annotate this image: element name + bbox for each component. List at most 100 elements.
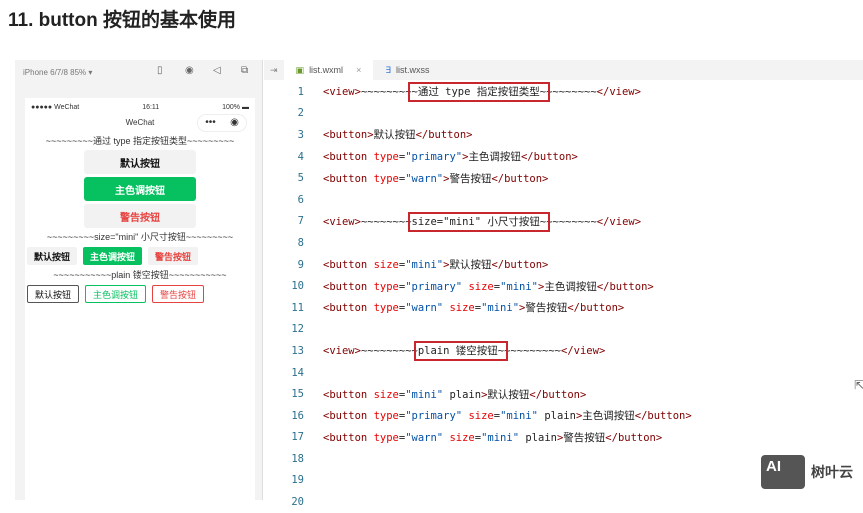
code-token: </button>: [520, 151, 578, 164]
code-token: 主色调按钮: [582, 410, 635, 423]
code-token: </button>: [491, 172, 549, 185]
line-number: 5: [297, 172, 304, 185]
code-token: "warn": [405, 431, 444, 444]
line-number: 15: [291, 388, 304, 401]
code-line[interactable]: 3 <button>默认按钮</button>: [264, 124, 863, 146]
plain-default-button[interactable]: 默认按钮: [27, 285, 80, 303]
highlight-box: ~通过 type 指定按钮类型~: [407, 82, 551, 103]
code-token: ~~~~~~~~: [546, 215, 597, 228]
separator-plain: ~~~~~~~~~~~plain 镂空按钮~~~~~~~~~~~: [53, 270, 227, 280]
code-token: "mini": [481, 431, 520, 444]
code-text: <view>~~~~~~~~~plain 镂空按钮~~~~~~~~~~</vie…: [310, 341, 605, 362]
code-token: </view>: [596, 215, 642, 228]
code-token: type: [373, 410, 399, 423]
code-token: <button: [323, 431, 374, 444]
code-line[interactable]: 17 <button type="warn" size="mini" plain>…: [264, 427, 863, 449]
simulator-panel: iPhone 6/7/8 85% ▾ ▯ ◉ ◁ ⧉ ●●●●● WeChat …: [15, 60, 263, 500]
code-token: ~~~~~~~~: [546, 86, 597, 99]
primary-button[interactable]: 主色调按钮: [84, 177, 196, 201]
plain-buttons: 默认按钮 主色调按钮 警告按钮: [25, 281, 255, 307]
code-token: </view>: [596, 86, 641, 99]
line-number: 17: [291, 431, 304, 444]
code-line[interactable]: 14: [264, 362, 863, 384]
code-token: "mini": [405, 259, 444, 272]
code-token: size: [468, 410, 494, 423]
code-token: 警告按钮: [525, 302, 568, 315]
phone-icon[interactable]: ▯: [157, 65, 163, 76]
code-line[interactable]: 9 <button size="mini">默认按钮</button>: [264, 254, 863, 276]
code-text: <button type="primary" size="mini" plain…: [310, 408, 692, 423]
code-text: <button size="mini" plain>默认按钮</button>: [310, 387, 586, 402]
code-token: </button>: [415, 129, 473, 142]
code-token: type: [373, 431, 399, 444]
collapse-icon[interactable]: ⇥: [264, 60, 284, 80]
code-token: 警告按钮: [563, 431, 606, 444]
code-token: <button: [323, 388, 374, 401]
code-line[interactable]: 4 <button type="primary">主色调按钮</button>: [264, 146, 863, 168]
close-tab-icon[interactable]: ×: [356, 65, 361, 75]
code-token: "warn": [405, 302, 444, 315]
code-token: "primary": [405, 280, 463, 293]
line-number: 19: [291, 474, 304, 487]
code-token: </button>: [605, 431, 663, 444]
device-select[interactable]: iPhone 6/7/8 85% ▾: [23, 68, 92, 77]
code-token: ~~~~~~~~: [360, 215, 412, 228]
code-line[interactable]: 13 <view>~~~~~~~~~plain 镂空按钮~~~~~~~~~~</v…: [264, 340, 863, 362]
mini-warn-button[interactable]: 警告按钮: [148, 247, 199, 265]
code-line[interactable]: 12: [264, 319, 863, 341]
code-line[interactable]: 15 <button size="mini" plain>默认按钮</button…: [264, 383, 863, 405]
tab-list-wxss[interactable]: ∃ list.wxss: [373, 60, 441, 80]
tab-bar: ⇥ ▣ list.wxml × ∃ list.wxss: [264, 60, 863, 80]
code-text: <view>~~~~~~~~size="mini" 小尺寸按钮~~~~~~~~~…: [310, 211, 642, 232]
phone-screen: ●●●●● WeChat 16:11 100% ▬ WeChat ••• ◉ ~…: [25, 98, 255, 500]
code-token: ~~~~~~~~~: [504, 345, 562, 358]
code-text: <button type="warn" size="mini" plain>警告…: [310, 430, 662, 445]
default-button[interactable]: 默认按钮: [84, 150, 196, 174]
mini-primary-button[interactable]: 主色调按钮: [83, 247, 143, 265]
line-number: 12: [291, 323, 304, 336]
code-token: <button: [323, 302, 374, 315]
mini-default-button[interactable]: 默认按钮: [27, 247, 78, 265]
code-line[interactable]: 5 <button type="warn">警告按钮</button>: [264, 167, 863, 189]
warn-button[interactable]: 警告按钮: [84, 204, 196, 228]
code-token: plain: [519, 431, 557, 444]
code-line[interactable]: 10 <button type="primary" size="mini">主色调…: [264, 275, 863, 297]
code-token: size: [449, 431, 475, 444]
line-number: 2: [297, 107, 304, 120]
code-line[interactable]: 11 <button type="warn" size="mini">警告按钮</…: [264, 297, 863, 319]
code-token: 主色调按钮: [544, 280, 597, 293]
code-line[interactable]: 7 <view>~~~~~~~~size="mini" 小尺寸按钮~~~~~~~~…: [264, 211, 863, 233]
code-token: type: [373, 151, 399, 164]
code-token: size: [468, 280, 494, 293]
code-line[interactable]: 2: [264, 103, 863, 125]
record-icon[interactable]: ◉: [185, 65, 194, 76]
line-number: 18: [291, 452, 304, 465]
code-text: <button>默认按钮</button>: [310, 127, 472, 142]
code-token: 默认按钮: [373, 129, 416, 142]
code-lines[interactable]: 1 <view>~~~~~~~~~通过 type 指定按钮类型~~~~~~~~~<…: [264, 81, 863, 513]
more-icon[interactable]: •••: [205, 115, 216, 131]
code-token: "mini": [500, 410, 538, 423]
code-token: <button: [323, 280, 374, 293]
close-icon[interactable]: ◉: [230, 115, 239, 131]
code-line[interactable]: 8: [264, 232, 863, 254]
volume-icon[interactable]: ◁: [213, 65, 221, 76]
code-token: </button>: [567, 302, 625, 315]
code-line[interactable]: 16 <button type="primary" size="mini" pla…: [264, 405, 863, 427]
code-line[interactable]: 20: [264, 491, 863, 513]
highlight-box: size="mini" 小尺寸按钮~: [407, 211, 551, 232]
tab-list-wxml[interactable]: ▣ list.wxml ×: [283, 60, 374, 80]
watermark-logo: AI 树叶云: [761, 455, 853, 489]
code-line[interactable]: 1 <view>~~~~~~~~~通过 type 指定按钮类型~~~~~~~~~<…: [264, 81, 863, 103]
code-token: plain: [443, 388, 482, 401]
file-icon: ▣: [295, 64, 305, 75]
code-text: <button type="primary" size="mini">主色调按钮…: [310, 279, 654, 294]
plain-warn-button[interactable]: 警告按钮: [152, 285, 205, 303]
window-icon[interactable]: ⧉: [241, 65, 248, 76]
nav-bar: WeChat ••• ◉: [25, 111, 255, 135]
css-file-icon: ∃: [385, 64, 392, 75]
plain-primary-button[interactable]: 主色调按钮: [85, 285, 147, 303]
code-token: "primary": [405, 151, 463, 164]
code-line[interactable]: 6: [264, 189, 863, 211]
line-number: 13: [291, 344, 304, 357]
